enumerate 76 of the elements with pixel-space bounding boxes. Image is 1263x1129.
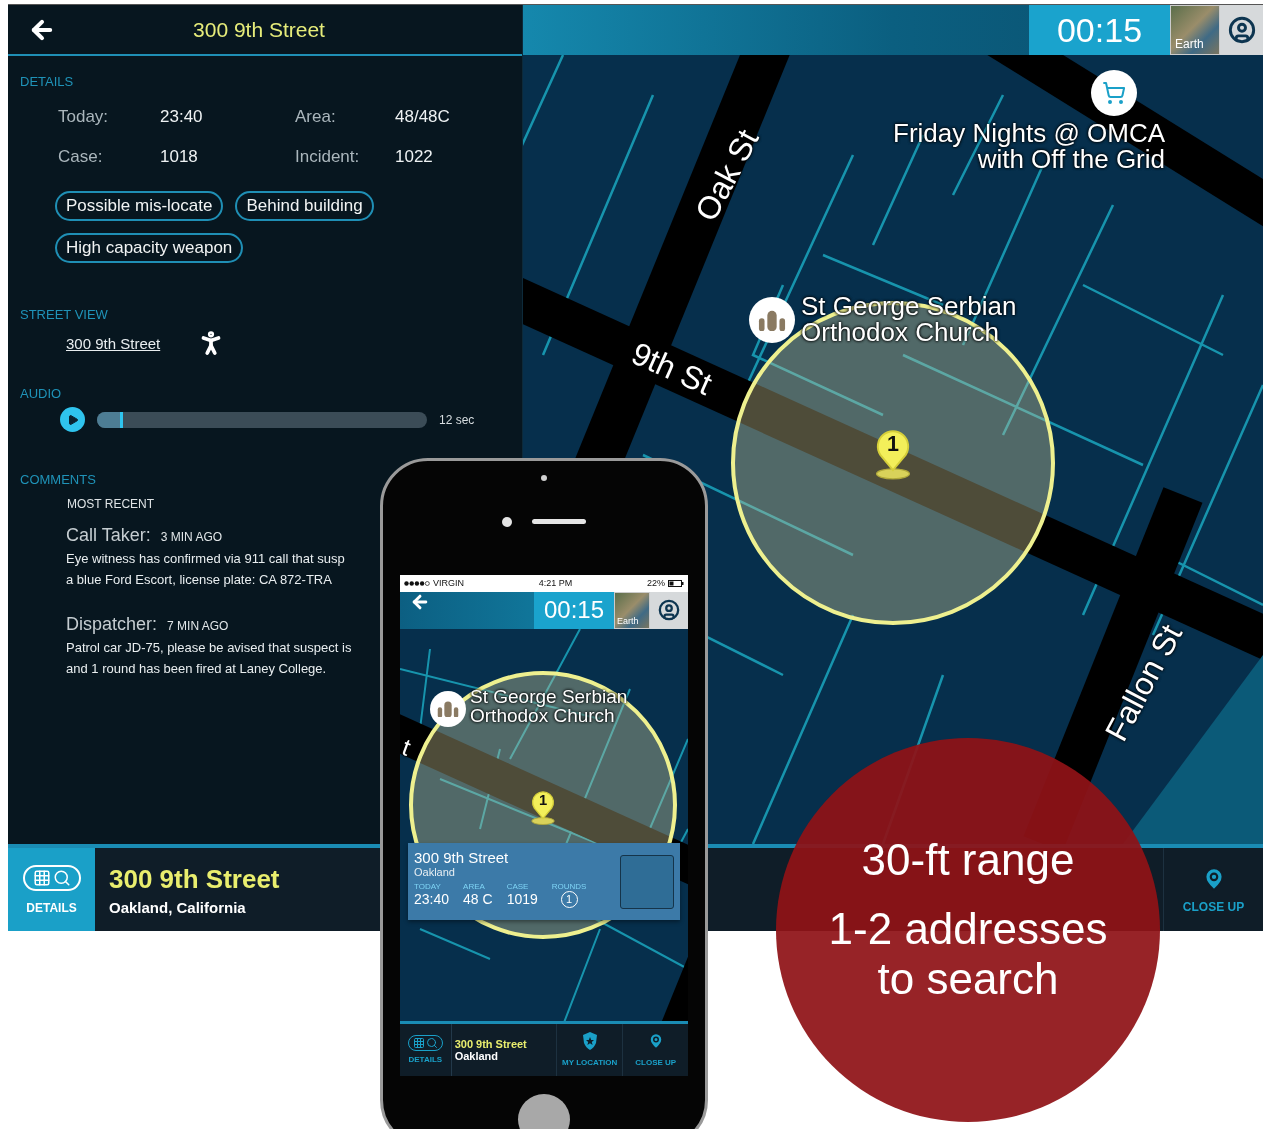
street-label: t [400, 732, 415, 762]
street-view-link[interactable]: 300 9th Street [66, 334, 161, 352]
field-value: 1018 [160, 147, 199, 167]
map-thumbnail [620, 854, 674, 909]
speaker-slot [532, 519, 586, 525]
map-type-button[interactable]: Earth [1170, 5, 1220, 55]
grid-icon [412, 1037, 425, 1050]
play-button[interactable] [60, 407, 85, 432]
signal-icon [404, 580, 430, 586]
address-title: 300 9th Street [454, 1037, 528, 1050]
address-city: Oakland, California [109, 898, 246, 916]
card-city: Oakland [414, 865, 456, 878]
search-icon [425, 1037, 438, 1050]
home-button[interactable] [518, 1093, 570, 1129]
cart-icon [1102, 81, 1126, 105]
stat-label: AREA [463, 881, 486, 891]
callout-text: 30-ft range [861, 835, 1075, 886]
section-heading: DETAILS [20, 74, 75, 89]
status-time: 4:21 PM [538, 578, 573, 589]
play-icon [66, 413, 79, 426]
stat-label: CASE [506, 881, 530, 891]
section-heading: AUDIO [20, 386, 63, 401]
comment-author: Call Taker: [66, 525, 151, 545]
grid-icon [32, 868, 51, 887]
comment-text: Eye witness has confirmed via 911 call that susp a blue Ford Escort, license plate: CA 872-TRA [66, 550, 345, 589]
field-label: Area: [295, 107, 337, 127]
close-up-button[interactable]: CLOSE UP [1163, 848, 1263, 931]
address-title: 300 9th Street [109, 863, 280, 895]
tag: High capacity weapon [55, 233, 244, 263]
details-button[interactable]: DETAILS [8, 848, 95, 931]
battery-icon [668, 579, 684, 587]
user-icon[interactable] [1227, 16, 1256, 44]
stat-value: 48 C [463, 890, 493, 908]
tag: Possible mis-locate [55, 191, 224, 221]
field-label: Case: [58, 147, 104, 167]
card-address: 300 9th Street [414, 848, 510, 866]
user-icon[interactable] [658, 599, 680, 622]
field-value: 48/48C [395, 107, 451, 127]
stat-label: ROUNDS [551, 881, 587, 891]
section-heading: STREET VIEW [20, 307, 109, 322]
details-button[interactable]: DETAILS [400, 1023, 452, 1076]
field-label: Today: [58, 107, 110, 127]
camera-lens [541, 475, 547, 481]
audio-duration: 12 sec [439, 412, 475, 427]
badge-icon [581, 1032, 598, 1051]
field-value: 1022 [395, 147, 434, 167]
comments-subheading: MOST RECENT [67, 497, 156, 511]
stat-label: TODAY [414, 881, 442, 891]
tag: Behind building [235, 191, 374, 221]
panel-title: 300 9th Street [192, 17, 326, 42]
comment-time: 7 MIN AGO [167, 619, 229, 633]
audio-track[interactable] [97, 411, 427, 428]
comment-author: Dispatcher: [66, 614, 158, 634]
section-heading: COMMENTS [20, 472, 97, 487]
comment-text: Patrol car JD-75, please be avised that suspect is and 1 round has been fired at Laney College. [66, 639, 352, 678]
timer: 00:15 [533, 591, 614, 629]
street-label: 9th St [625, 335, 718, 403]
field-value: 23:40 [160, 107, 204, 127]
street-label: Oak St [688, 123, 767, 228]
building-icon [437, 699, 459, 718]
field-label: Incident: [295, 147, 361, 167]
callout-text: 1-2 addresses to search [828, 903, 1108, 1005]
timer: 00:15 [1029, 5, 1170, 55]
place-label: Friday Nights @ OMCA with Off the Grid [893, 120, 1165, 172]
search-icon [52, 868, 71, 887]
camera-lens [502, 516, 512, 527]
comment-time: 3 MIN AGO [160, 530, 223, 544]
battery-level: 22% [647, 578, 665, 589]
map-type-button[interactable]: Earth [614, 591, 650, 629]
building-icon [758, 308, 786, 332]
address-city: Oakland [454, 1049, 500, 1062]
stat-value: 23:40 [414, 890, 450, 908]
stat-value: 1019 [506, 890, 538, 908]
carrier: VIRGIN [433, 578, 464, 589]
my-location-button[interactable]: MY LOCATION [555, 1023, 623, 1076]
close-up-button[interactable]: CLOSE UP [622, 1023, 688, 1076]
